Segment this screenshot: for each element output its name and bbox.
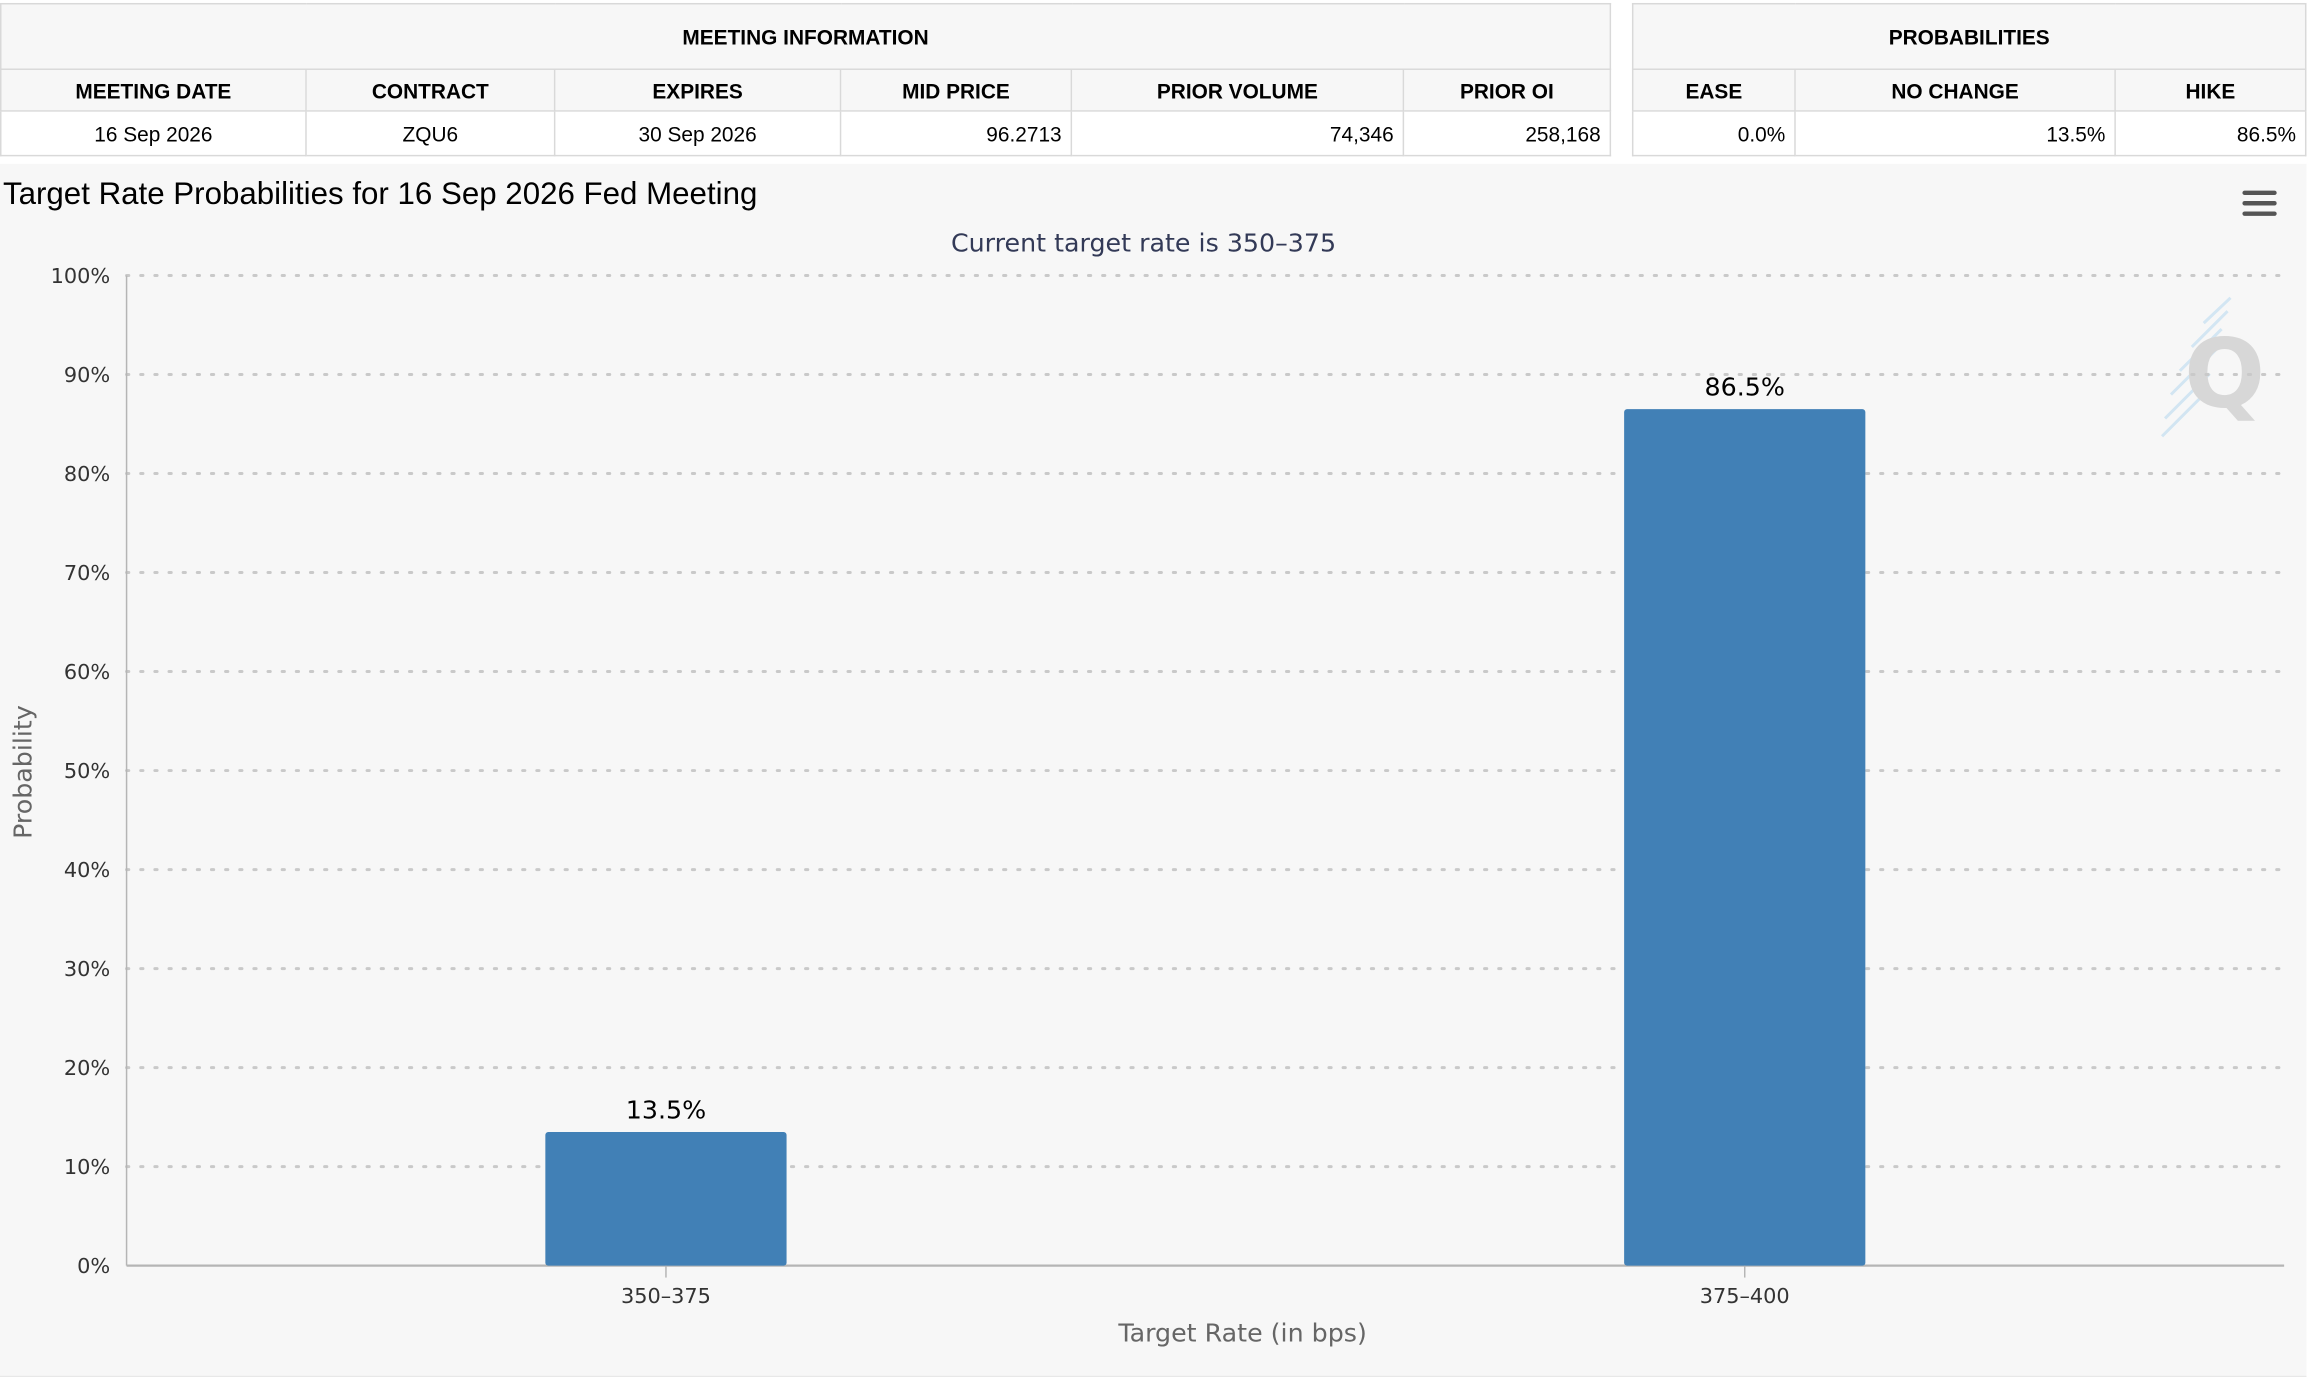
y-tick-label: 30% [64,957,110,981]
data-label: 86.5% [1705,373,1785,402]
y-tick-label: 0% [77,1254,110,1278]
page-canvas: MEETING INFORMATION MEETING DATE CONTRAC… [0,0,2308,1377]
y-tick-label: 50% [64,759,110,783]
y-axis-title: Probability [8,705,37,839]
y-tick-label: 100% [51,264,111,288]
bar [545,1131,787,1266]
bar-chart: 0% 10% 20% 30% 40% 50% 60% 70% 80% 90% 100% 13.5% 35… [8,264,2286,1348]
y-tick-label: 70% [64,561,110,585]
x-tick-label: 375–400 [1700,1284,1790,1308]
x-tick-label: 350–375 [621,1284,711,1308]
y-tick-label: 20% [64,1056,110,1080]
y-tick-label: 60% [64,660,110,684]
y-tick-label: 10% [64,1155,110,1179]
bar [1624,409,1866,1266]
data-label: 13.5% [626,1096,706,1125]
y-tick-label: 90% [64,363,110,387]
y-tick-label: 40% [64,858,110,882]
y-tick-label: 80% [64,462,110,486]
x-axis-title: Target Rate (in bps) [1117,1319,1366,1348]
